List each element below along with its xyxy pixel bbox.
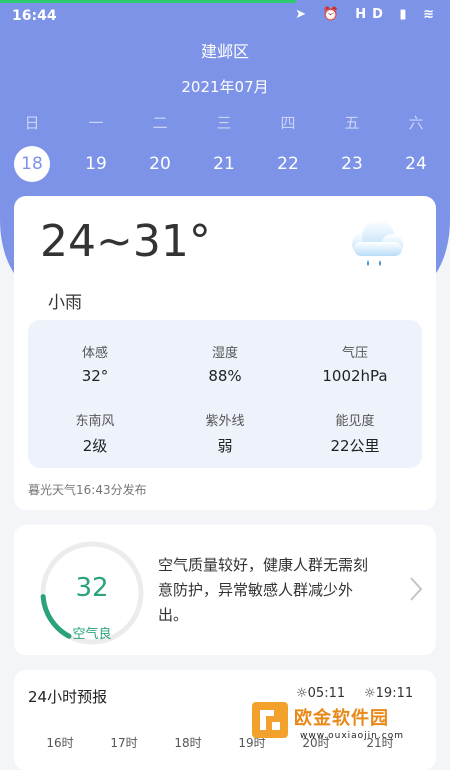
chevron-right-icon[interactable] bbox=[408, 575, 424, 603]
detail-value: 88% bbox=[208, 367, 242, 385]
date-row: 18 19 20 21 22 23 24 bbox=[0, 146, 450, 182]
publish-time: 暮光天气16:43分发布 bbox=[28, 483, 147, 497]
watermark-text: 欧金软件园 bbox=[294, 708, 389, 729]
watermark-logo-icon bbox=[252, 702, 288, 738]
detail-visibility: 能见度 22公里 bbox=[290, 410, 420, 456]
loading-progress-bar bbox=[0, 0, 296, 3]
detail-label: 东南风 bbox=[75, 414, 115, 429]
weekday-label: 日 bbox=[24, 114, 40, 132]
temperature-range: 24~31° bbox=[40, 216, 211, 267]
detail-feels-like: 体感 32° bbox=[30, 342, 160, 385]
weekday-label: 四 bbox=[280, 114, 296, 132]
detail-label: 湿度 bbox=[211, 346, 238, 361]
date-item[interactable]: 23 bbox=[320, 146, 384, 182]
sunrise-time: 05:11 bbox=[307, 686, 346, 701]
cloud-rain-icon bbox=[352, 220, 403, 266]
detail-value: 1002hPa bbox=[322, 367, 388, 385]
detail-wind: 东南风 2级 bbox=[30, 410, 160, 456]
date-item[interactable]: 20 bbox=[128, 146, 192, 182]
detail-label: 能见度 bbox=[335, 414, 375, 429]
detail-label: 气压 bbox=[341, 346, 368, 361]
sunset-icon: ☼ bbox=[364, 686, 376, 701]
weekday-label: 五 bbox=[344, 114, 360, 132]
weather-condition: 小雨 bbox=[48, 293, 82, 313]
sunrise: ☼05:11 bbox=[296, 686, 345, 701]
sunrise-icon: ☼ bbox=[296, 686, 308, 701]
status-time: 16:44 bbox=[12, 8, 57, 24]
date-item[interactable]: 24 bbox=[384, 146, 448, 182]
date-item[interactable]: 22 bbox=[256, 146, 320, 182]
aqi-description: 空气质量较好，健康人群无需刻意防护，异常敏感人群减少外出。 bbox=[158, 556, 369, 624]
weekday-label: 一 bbox=[88, 114, 104, 132]
air-quality-card[interactable]: 32 空气良 空气质量较好，健康人群无需刻意防护，异常敏感人群减少外出。 bbox=[14, 525, 436, 655]
detail-pressure: 气压 1002hPa bbox=[290, 342, 420, 385]
watermark: 欧金软件园 www.ouxiaojin.com bbox=[250, 700, 450, 750]
detail-uv: 紫外线 弱 bbox=[160, 410, 290, 456]
date-selected[interactable]: 18 bbox=[14, 146, 50, 182]
weekday-label: 三 bbox=[216, 114, 232, 132]
forecast-title: 24小时预报 bbox=[28, 688, 108, 706]
watermark-url: www.ouxiaojin.com bbox=[300, 731, 404, 741]
hour-label: 17时 bbox=[110, 736, 138, 750]
date-item[interactable]: 19 bbox=[64, 146, 128, 182]
detail-label: 体感 bbox=[81, 346, 108, 361]
date-item[interactable]: 21 bbox=[192, 146, 256, 182]
detail-value: 32° bbox=[81, 367, 109, 385]
sunset: ☼19:11 bbox=[364, 686, 413, 701]
sunset-time: 19:11 bbox=[375, 686, 414, 701]
hour-label: 18时 bbox=[174, 736, 202, 750]
hour-label: 16时 bbox=[46, 736, 74, 750]
weather-card: 24~31° 小雨 体感 32° 湿度 88% 气压 1002hPa 东南风 2… bbox=[14, 196, 436, 510]
weather-details-panel: 体感 32° 湿度 88% 气压 1002hPa 东南风 2级 紫外线 弱 能见… bbox=[28, 320, 422, 468]
district-title[interactable]: 建邺区 bbox=[0, 38, 450, 62]
weekday-label: 二 bbox=[152, 114, 168, 132]
detail-value: 2级 bbox=[82, 437, 108, 455]
detail-value: 22公里 bbox=[330, 437, 380, 455]
detail-value: 弱 bbox=[217, 437, 233, 455]
status-bar: 16:44 ➤ ⏰ HD ▮ ≋ bbox=[0, 0, 450, 32]
detail-humidity: 湿度 88% bbox=[160, 342, 290, 385]
aqi-value: 32 bbox=[75, 573, 109, 603]
weekday-label: 六 bbox=[408, 114, 424, 132]
month-label[interactable]: 2021年07月 bbox=[0, 76, 450, 97]
weekday-row: 日 一 二 三 四 五 六 bbox=[0, 112, 450, 133]
status-icons: ➤ ⏰ HD ▮ ≋ bbox=[295, 7, 440, 22]
detail-label: 紫外线 bbox=[205, 414, 245, 429]
aqi-level: 空气良 bbox=[72, 627, 112, 642]
